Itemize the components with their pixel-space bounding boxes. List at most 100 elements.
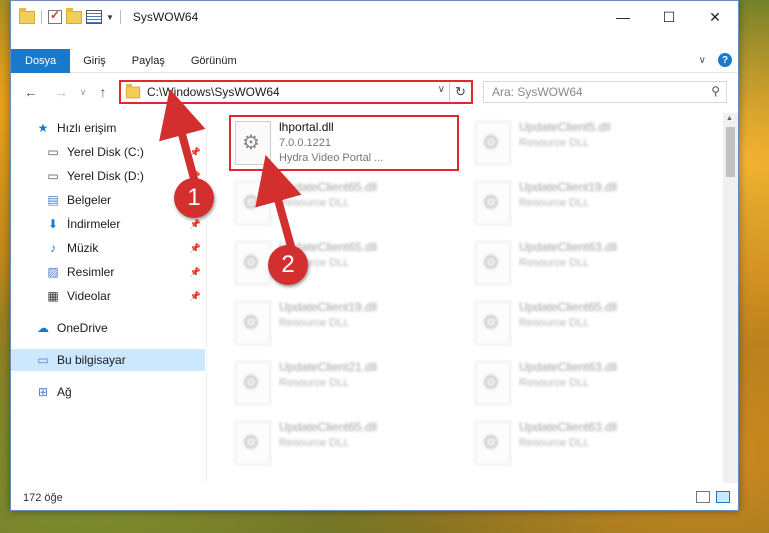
- tab-share[interactable]: Paylaş: [119, 49, 178, 73]
- file-type: Resource DLL: [519, 437, 590, 449]
- sidebar-item-local-disk-c[interactable]: ▭ Yerel Disk (C:) 📌: [11, 141, 205, 163]
- file-item[interactable]: UpdateClient65.dll Resource DLL: [231, 177, 461, 233]
- file-description: Hydra Video Portal ...: [279, 152, 384, 164]
- sidebar-item-downloads[interactable]: ⬇ İndirmeler 📌: [11, 213, 205, 235]
- dll-file-icon: [235, 301, 271, 345]
- search-placeholder: Ara: SysWOW64: [492, 85, 583, 99]
- properties-icon[interactable]: [86, 10, 102, 24]
- sidebar-item-this-pc[interactable]: ▭ Bu bilgisayar: [11, 349, 205, 371]
- sidebar-item-label: İndirmeler: [67, 217, 121, 231]
- scroll-up-icon[interactable]: ▲: [726, 115, 733, 122]
- file-item[interactable]: UpdateClient65.dllResource DLL: [231, 237, 461, 293]
- sidebar-item-local-disk-d[interactable]: ▭ Yerel Disk (D:) 📌: [11, 165, 205, 187]
- file-type: Resource DLL: [519, 377, 590, 389]
- file-item[interactable]: UpdateClient63.dll Resource DLL: [471, 237, 701, 293]
- dll-file-icon: [475, 421, 511, 465]
- new-folder-icon[interactable]: [66, 7, 82, 24]
- pin-icon: 📌: [189, 146, 201, 157]
- customize-dropdown-icon[interactable]: ▼: [106, 13, 114, 22]
- details-view-icon[interactable]: [696, 491, 710, 503]
- file-item[interactable]: UpdateClient63.dll Resource DLL: [471, 357, 701, 413]
- tiles-view-icon[interactable]: [716, 491, 730, 503]
- file-item[interactable]: UpdateClient65.dllResource DLL: [471, 297, 701, 353]
- pane-divider: [206, 113, 207, 483]
- file-version: 7.0.0.1221: [279, 137, 331, 149]
- toolbar-divider: [41, 10, 42, 24]
- forward-arrow-icon[interactable]: →: [51, 81, 71, 103]
- ribbon-right-controls: ∨ ?: [699, 53, 732, 67]
- address-folder-icon: [125, 83, 141, 98]
- file-item[interactable]: UpdateClient63.dll Resource DLL: [471, 417, 701, 473]
- sidebar-item-label: Yerel Disk (C:): [67, 145, 144, 159]
- window-title: SysWOW64: [132, 10, 199, 24]
- back-arrow-icon[interactable]: ←: [21, 81, 41, 103]
- title-bar: ▼ SysWOW64 — ☐ ✕: [11, 1, 738, 33]
- annotation-badge-2: 2: [268, 245, 308, 285]
- file-name: UpdateClient63.dll: [519, 420, 618, 434]
- dll-file-icon: [235, 181, 271, 225]
- address-bar[interactable]: C:\Windows\SysWOW64 ∨ ↻: [119, 80, 473, 104]
- star-icon: ★: [37, 121, 49, 135]
- file-type: Resource DLL: [279, 437, 350, 449]
- tab-view[interactable]: Görünüm: [178, 49, 250, 73]
- vertical-scrollbar[interactable]: ▲: [723, 113, 738, 483]
- file-item[interactable]: UpdateClient21.dll Resource DLL: [231, 357, 461, 413]
- file-name: UpdateClient65.dll: [519, 300, 618, 314]
- sidebar-item-label: Videolar: [67, 289, 111, 303]
- file-type: Resource DLL: [519, 137, 590, 149]
- minimize-button[interactable]: —: [600, 1, 646, 33]
- folder-icon[interactable]: [19, 7, 35, 24]
- address-dropdown-icon[interactable]: ∨: [438, 84, 445, 95]
- tab-file[interactable]: Dosya: [11, 48, 71, 73]
- pin-icon: 📌: [189, 266, 201, 277]
- sidebar-item-onedrive[interactable]: ☁ OneDrive: [11, 317, 205, 339]
- help-icon[interactable]: ?: [718, 53, 732, 67]
- download-icon: ⬇: [47, 217, 59, 231]
- file-name: UpdateClient65.dll: [279, 180, 378, 194]
- sidebar-item-label: Müzik: [67, 241, 99, 255]
- sidebar-item-music[interactable]: ♪ Müzik 📌: [11, 237, 205, 259]
- pictures-icon: ▨: [47, 265, 59, 279]
- file-type: Resource DLL: [279, 197, 350, 209]
- explorer-window: ▼ SysWOW64 — ☐ ✕ Dosya Giriş Paylaş Görü…: [10, 0, 739, 511]
- address-path[interactable]: C:\Windows\SysWOW64: [147, 85, 280, 99]
- scrollbar-thumb[interactable]: [726, 127, 735, 177]
- maximize-button[interactable]: ☐: [646, 1, 692, 33]
- file-item-lhportal[interactable]: lhportal.dll 7.0.0.1221 Hydra Video Port…: [229, 115, 459, 171]
- file-item[interactable]: UpdateClient65.dllResource DLL: [231, 417, 461, 473]
- expand-ribbon-icon[interactable]: ∨: [699, 55, 706, 66]
- sidebar-item-quick-access[interactable]: ★ Hızlı erişim: [11, 117, 205, 139]
- quick-access-toolbar: ▼: [11, 7, 123, 24]
- sidebar-item-label: Bu bilgisayar: [57, 353, 126, 367]
- ribbon-tabs: Dosya Giriş Paylaş Görünüm ∨ ?: [11, 48, 738, 73]
- sidebar-item-videos[interactable]: ▦ Videolar 📌: [11, 285, 205, 307]
- close-button[interactable]: ✕: [692, 1, 738, 33]
- dll-file-icon: [475, 241, 511, 285]
- file-item[interactable]: UpdateClient5.dll Resource DLL: [471, 117, 701, 173]
- recent-locations-icon[interactable]: ∨: [73, 81, 93, 103]
- search-input[interactable]: Ara: SysWOW64 ⚲: [483, 81, 727, 103]
- window-controls: — ☐ ✕: [600, 1, 738, 33]
- cloud-icon: ☁: [37, 321, 49, 335]
- navigation-bar: ← → ∨ ↑ C:\Windows\SysWOW64 ∨ ↻ Ara: Sys…: [11, 79, 738, 105]
- toolbar-divider: [119, 10, 121, 24]
- sidebar-item-label: Yerel Disk (D:): [67, 169, 144, 183]
- videos-icon: ▦: [47, 289, 59, 303]
- properties-check-icon[interactable]: [48, 8, 62, 24]
- file-name: UpdateClient63.dll: [519, 240, 618, 254]
- tab-home[interactable]: Giriş: [70, 49, 119, 73]
- up-arrow-icon[interactable]: ↑: [93, 81, 113, 103]
- file-type: Resource DLL: [519, 257, 590, 269]
- music-icon: ♪: [50, 241, 56, 255]
- sidebar-item-label: Hızlı erişim: [57, 121, 117, 135]
- sidebar-item-pictures[interactable]: ▨ Resimler 📌: [11, 261, 205, 283]
- dll-file-icon: [475, 301, 511, 345]
- file-type: Resource DLL: [279, 377, 350, 389]
- file-item[interactable]: UpdateClient19.dll Resource DLL: [231, 297, 461, 353]
- file-name: UpdateClient19.dll: [519, 180, 618, 194]
- sidebar-item-network[interactable]: ⊞ Ağ: [11, 381, 205, 403]
- search-icon: ⚲: [711, 84, 720, 98]
- file-item[interactable]: UpdateClient19.dll Resource DLL: [471, 177, 701, 233]
- refresh-icon[interactable]: ↻: [449, 82, 471, 102]
- sidebar-item-label: OneDrive: [57, 321, 108, 335]
